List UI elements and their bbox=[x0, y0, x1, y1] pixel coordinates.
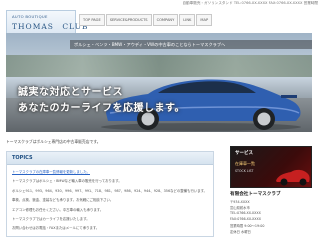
topic-line: トーマスクラブではカーライフを応援いたします。 bbox=[12, 217, 90, 222]
topic-link[interactable]: トーマスクラブの在庫車一覧情報を更新しました。 bbox=[12, 168, 208, 177]
company-fax: FAX:0766-XX-XXXX bbox=[230, 217, 262, 221]
topics-panel: TOPICS トーマスクラブの在庫車一覧情報を更新しました。 トーマスクラブはポ… bbox=[6, 151, 214, 237]
topic-line: トーマスクラブはポルシェ・BMWなど輸入車の販売を行っております。 bbox=[12, 179, 122, 184]
company-holiday: 定休日 水曜日 bbox=[230, 230, 251, 234]
topic-line: ポルシェ911、993、964、930、996、997、991、718、981、… bbox=[12, 188, 208, 193]
hero-banner: ポルシェ・ベンツ・BMW・アウディ・VWの中古車のことならトーマスクラブへ 誠実… bbox=[6, 33, 312, 132]
nav-item-top-page[interactable]: TOP PAGE bbox=[79, 14, 105, 26]
company-postal: 〒934-XXXX bbox=[230, 200, 250, 204]
hero-tagline-1: 誠実な対応とサービス bbox=[18, 87, 123, 98]
nav-item-service-products[interactable]: SERVICE&PRODUCTS bbox=[105, 14, 152, 26]
site-logo[interactable]: AUTO BOUTIQUE THOMAS CLUB bbox=[6, 10, 88, 34]
topic-line: エアコン修理もお任せください。中古車の輸入も承ります。 bbox=[12, 207, 104, 212]
topics-title: TOPICS bbox=[7, 152, 213, 165]
nav-item-link[interactable]: LINK bbox=[179, 14, 196, 26]
banner-subtext: STOCK LIST bbox=[235, 169, 254, 173]
intro-text: トーマスクラブはポルシェ専門店の中古車販売店です。 bbox=[6, 139, 101, 144]
banner-text: 在庫車一覧 bbox=[235, 161, 255, 166]
company-tel: TEL:0766-XX-XXXX bbox=[230, 211, 261, 215]
topic-line: お問い合わせはお電話・FAXまたはメールにて承ります。 bbox=[12, 226, 100, 231]
nav-item-map[interactable]: MAP bbox=[196, 14, 213, 26]
hero-tagline-2: あなたのカーライフを応援します。 bbox=[18, 103, 185, 114]
header-contact-info: 自動車販売・ガソリンスタンド TEL:0766-XX-XXXX FAX:0766… bbox=[182, 1, 318, 5]
logo-subtitle: AUTO BOUTIQUE bbox=[12, 14, 48, 19]
banner-title: サービス bbox=[235, 151, 253, 156]
hero-marquee-text: ポルシェ・ベンツ・BMW・アウディ・VWの中古車のことならトーマスクラブへ bbox=[74, 42, 226, 47]
nav-item-company[interactable]: COMPANY bbox=[152, 14, 179, 26]
topics-body: トーマスクラブの在庫車一覧情報を更新しました。 トーマスクラブはポルシェ・BMW… bbox=[7, 165, 213, 237]
main-navigation: TOP PAGE SERVICE&PRODUCTS COMPANY LINK M… bbox=[79, 14, 213, 26]
stock-list-banner[interactable]: サービス 在庫車一覧 STOCK LIST bbox=[230, 146, 312, 188]
company-address: 富山県射水市 bbox=[230, 206, 250, 210]
banner-car-image bbox=[276, 169, 310, 186]
logo-title: THOMAS CLUB bbox=[12, 22, 89, 31]
company-name: 有限会社トーマスクラブ bbox=[230, 192, 281, 197]
company-hours: 営業時間 9:00～19:00 bbox=[230, 224, 265, 228]
topic-line: 車検、点検、鈑金、塗装なども承ります。お気軽にご相談下さい。 bbox=[12, 198, 114, 203]
